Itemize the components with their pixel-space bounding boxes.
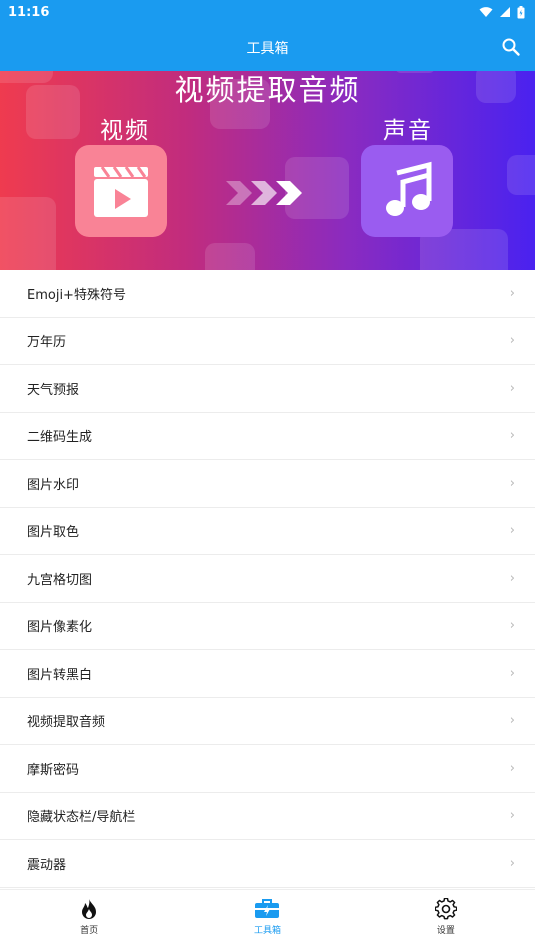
list-item-label: 图片取色: [27, 525, 80, 541]
chevron-right-icon: ›: [509, 855, 515, 871]
battery-icon: [517, 5, 525, 18]
list-item-label: 二维码生成: [27, 430, 93, 446]
banner-left-label: 视频: [100, 118, 150, 144]
chevron-right-icon: ›: [509, 380, 515, 396]
audio-tile: [361, 145, 453, 237]
tab-settings[interactable]: 设置: [357, 890, 535, 951]
list-item-label: 图片转黑白: [27, 667, 93, 683]
list-item[interactable]: 图片水印 ›: [0, 460, 535, 508]
list-item-label: 天气预报: [27, 382, 80, 398]
wifi-icon: [479, 7, 493, 17]
list-item[interactable]: 图片转黑白 ›: [0, 650, 535, 698]
list-item[interactable]: 九宫格切图 ›: [0, 555, 535, 603]
list-item-label: 摩斯密码: [27, 762, 80, 778]
chevron-right-icon: ›: [509, 428, 515, 444]
search-icon[interactable]: [501, 37, 521, 57]
list-item-label: 图片像素化: [27, 620, 93, 636]
list-item-label: 九宫格切图: [27, 572, 93, 588]
chevrons-right-icon: [226, 181, 302, 205]
list-item[interactable]: 视频提取音频 ›: [0, 698, 535, 745]
chevron-right-icon: ›: [509, 333, 515, 349]
tab-home[interactable]: 首页: [0, 890, 178, 951]
list-item[interactable]: 天气预报 ›: [0, 365, 535, 413]
banner-decoration: [507, 155, 535, 195]
list-item-label: 隐藏状态栏/导航栏: [27, 810, 136, 826]
list-item-label: Emoji+特殊符号: [27, 287, 126, 303]
status-icons: [479, 5, 525, 19]
app-bar: 工具箱: [0, 24, 535, 71]
list-item-label: 震动器: [27, 857, 67, 873]
chevron-right-icon: ›: [509, 475, 515, 491]
list-item-label: 图片水印: [27, 477, 80, 493]
tool-list: Emoji+特殊符号 › 万年历 › 天气预报 › 二维码生成 › 图片水印 › 图片取色…: [0, 270, 535, 888]
chevron-right-icon: ›: [509, 523, 515, 539]
list-item[interactable]: Emoji+特殊符号 ›: [0, 270, 535, 318]
chevron-right-icon: ›: [509, 808, 515, 824]
cell-signal-icon: [500, 7, 510, 17]
banner-headline: 视频提取音频: [174, 73, 361, 107]
list-item[interactable]: 二维码生成 ›: [0, 413, 535, 460]
status-bar: 11:16: [0, 0, 535, 24]
banner-decoration: [0, 197, 56, 270]
list-item[interactable]: 图片像素化 ›: [0, 603, 535, 650]
tab-label: 工具箱: [253, 926, 281, 936]
list-item[interactable]: 隐藏状态栏/导航栏 ›: [0, 793, 535, 840]
list-item-label: 视频提取音频: [27, 715, 106, 731]
video-tile: [75, 145, 167, 237]
banner-right-label: 声音: [383, 118, 433, 144]
feature-banner[interactable]: 视频提取音频 视频 声音: [0, 71, 535, 270]
tab-label: 首页: [80, 926, 99, 936]
chevron-right-icon: ›: [509, 713, 515, 729]
list-item-label: 万年历: [27, 335, 67, 351]
music-note-icon: [386, 161, 432, 216]
chevron-right-icon: ›: [509, 618, 515, 634]
banner-decoration: [205, 243, 255, 270]
flame-icon: [82, 899, 97, 919]
toolbox-icon: [255, 899, 280, 918]
list-item[interactable]: 万年历 ›: [0, 318, 535, 365]
chevron-right-icon: ›: [509, 760, 515, 776]
tab-toolbox[interactable]: 工具箱: [178, 890, 356, 951]
chevron-right-icon: ›: [509, 285, 515, 301]
gear-icon: [434, 898, 457, 920]
bottom-tab-bar: 首页 工具箱 设置: [0, 889, 535, 951]
list-item[interactable]: 摩斯密码 ›: [0, 745, 535, 793]
list-item[interactable]: 图片取色 ›: [0, 508, 535, 555]
status-time: 11:16: [8, 4, 50, 20]
chevron-right-icon: ›: [509, 665, 515, 681]
tab-label: 设置: [436, 926, 455, 936]
page-title: 工具箱: [246, 40, 289, 57]
chevron-right-icon: ›: [509, 570, 515, 586]
list-item[interactable]: 震动器 ›: [0, 840, 535, 888]
video-clapper-icon: [94, 166, 148, 217]
